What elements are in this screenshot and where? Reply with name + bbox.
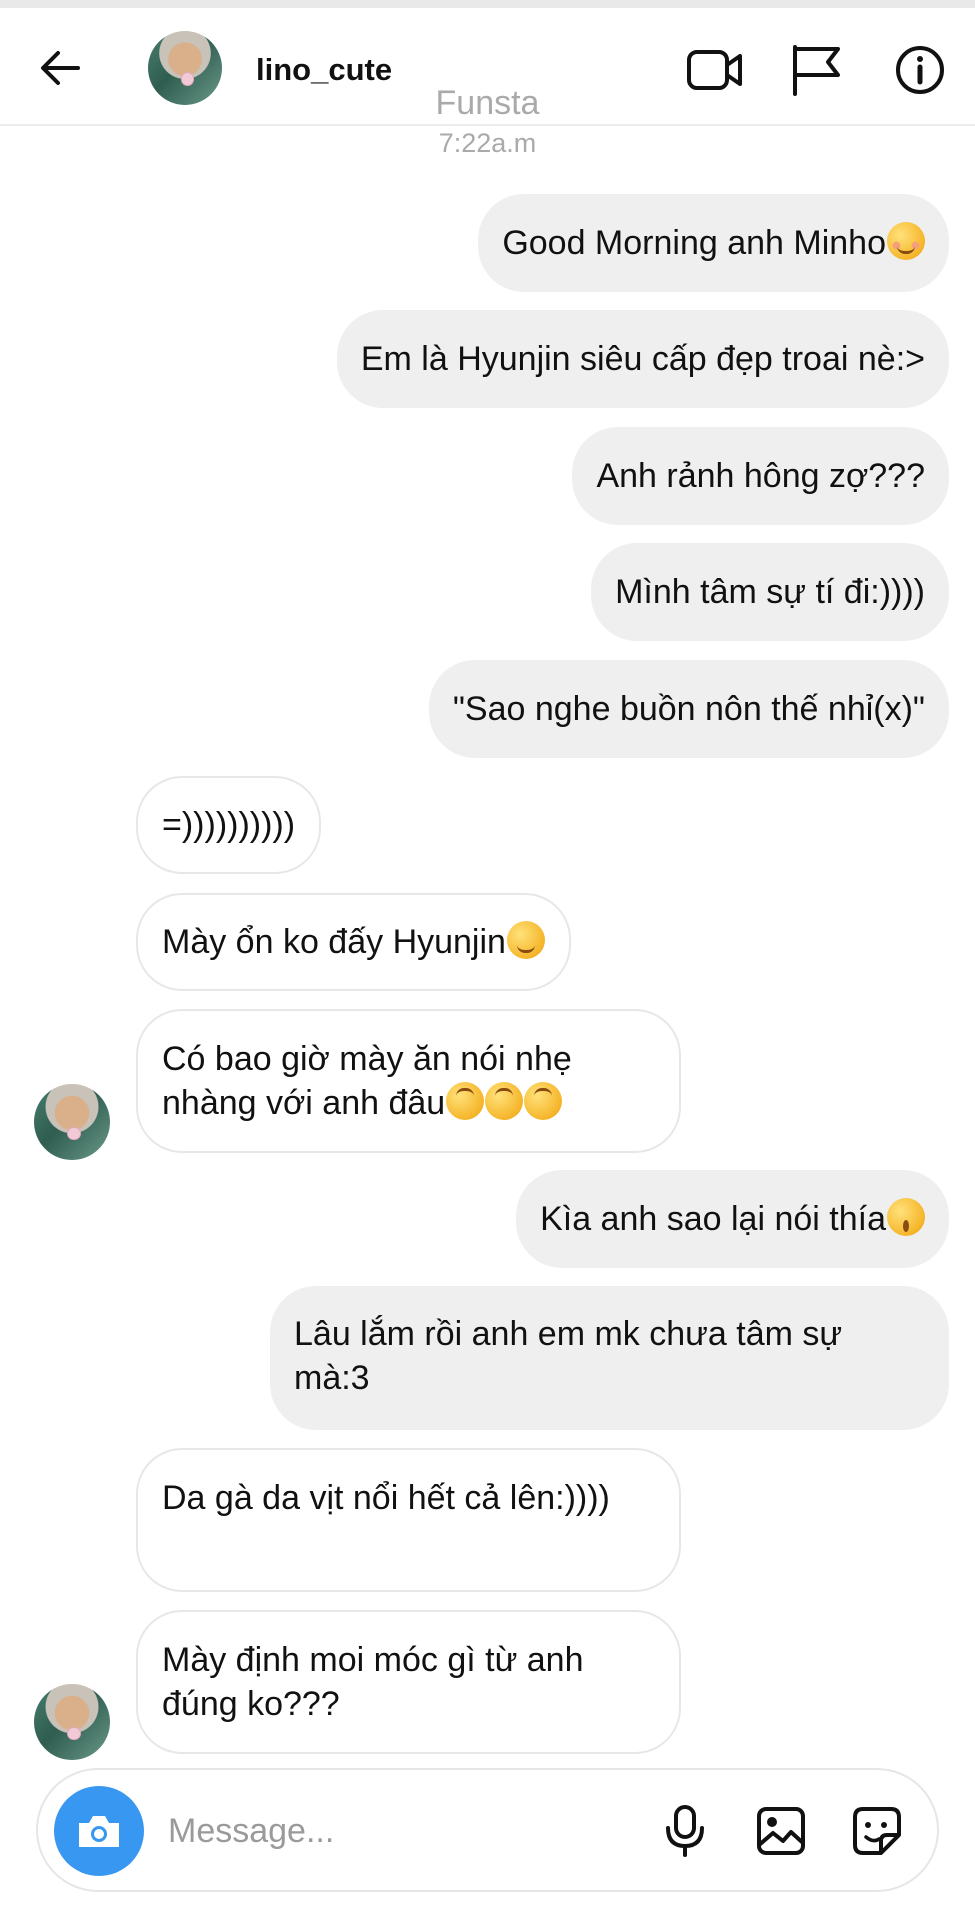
- avatar[interactable]: [34, 1684, 110, 1760]
- message-bubble-incoming[interactable]: Da gà da vịt nổi hết cả lên:)))): [136, 1448, 681, 1592]
- watermark-title: Funsta: [435, 84, 540, 122]
- microphone-icon: [666, 1805, 704, 1857]
- message-bubble-outgoing[interactable]: Mình tâm sự tí đi:)))): [591, 543, 949, 641]
- slightly-smiling-face-icon: [506, 921, 545, 959]
- message-bubble-incoming[interactable]: Mày định moi móc gì từ anh đúng ko???: [136, 1610, 681, 1754]
- message-input[interactable]: [168, 1808, 648, 1854]
- kissing-face-icon: [887, 1198, 925, 1236]
- message-bubble-incoming[interactable]: =)))))))))): [136, 776, 322, 874]
- voice-message-button[interactable]: [654, 1800, 716, 1862]
- message-bubble-outgoing[interactable]: Kìa anh sao lại nói thía: [516, 1170, 949, 1268]
- sticker-button[interactable]: [846, 1800, 908, 1862]
- message-text: Mình tâm sự tí đi:)))): [615, 573, 925, 611]
- message-bubble-outgoing[interactable]: Good Morning anh Minho: [478, 194, 949, 292]
- message-text: Lâu lắm rồi anh em mk chưa tâm sự mà:3: [294, 1315, 843, 1397]
- smiling-face-icon: [887, 222, 925, 260]
- arrow-left-icon: [41, 51, 80, 85]
- upside-down-face-icon: [446, 1082, 485, 1120]
- message-timestamp: 7:22a.m: [438, 128, 537, 158]
- upside-down-face-icon: [524, 1082, 563, 1120]
- message-text: Kìa anh sao lại nói thía: [540, 1200, 886, 1238]
- status-strip: [0, 0, 975, 8]
- chat-username[interactable]: lino_cute: [256, 52, 392, 88]
- image-icon: [757, 1807, 805, 1855]
- message-bubble-incoming[interactable]: Có bao giờ mày ăn nói nhẹ nhàng với anh …: [136, 1009, 681, 1153]
- sticker-icon: [853, 1807, 901, 1855]
- message-text: Good Morning anh Minho: [502, 224, 886, 262]
- message-text: Da gà da vịt nổi hết cả lên:)))): [162, 1479, 610, 1517]
- message-bubble-outgoing[interactable]: "Sao nghe buồn nôn thế nhỉ(x)": [428, 660, 949, 758]
- message-text: Mày ổn ko đấy Hyunjin: [162, 923, 506, 961]
- message-text: Em là Hyunjin siêu cấp đẹp troai nè:>: [360, 340, 925, 378]
- message-bubble-outgoing[interactable]: Lâu lắm rồi anh em mk chưa tâm sự mà:3: [270, 1286, 949, 1430]
- message-bubble-incoming[interactable]: Mày ổn ko đấy Hyunjin: [136, 893, 571, 991]
- message-text: "Sao nghe buồn nôn thế nhỉ(x)": [452, 690, 925, 728]
- message-text: =)))))))))): [162, 806, 296, 844]
- camera-icon: [79, 1816, 119, 1847]
- upside-down-face-icon: [485, 1082, 524, 1120]
- message-text: Mày định moi móc gì từ anh đúng ko???: [162, 1641, 584, 1723]
- message-bubble-outgoing[interactable]: Anh rảnh hông zợ???: [572, 427, 949, 525]
- message-bubble-outgoing[interactable]: Em là Hyunjin siêu cấp đẹp troai nè:>: [336, 310, 949, 408]
- gallery-button[interactable]: [750, 1800, 812, 1862]
- message-composer: [36, 1768, 939, 1892]
- avatar[interactable]: [34, 1084, 110, 1160]
- message-text: Anh rảnh hông zợ???: [596, 457, 925, 495]
- camera-button[interactable]: [54, 1786, 144, 1876]
